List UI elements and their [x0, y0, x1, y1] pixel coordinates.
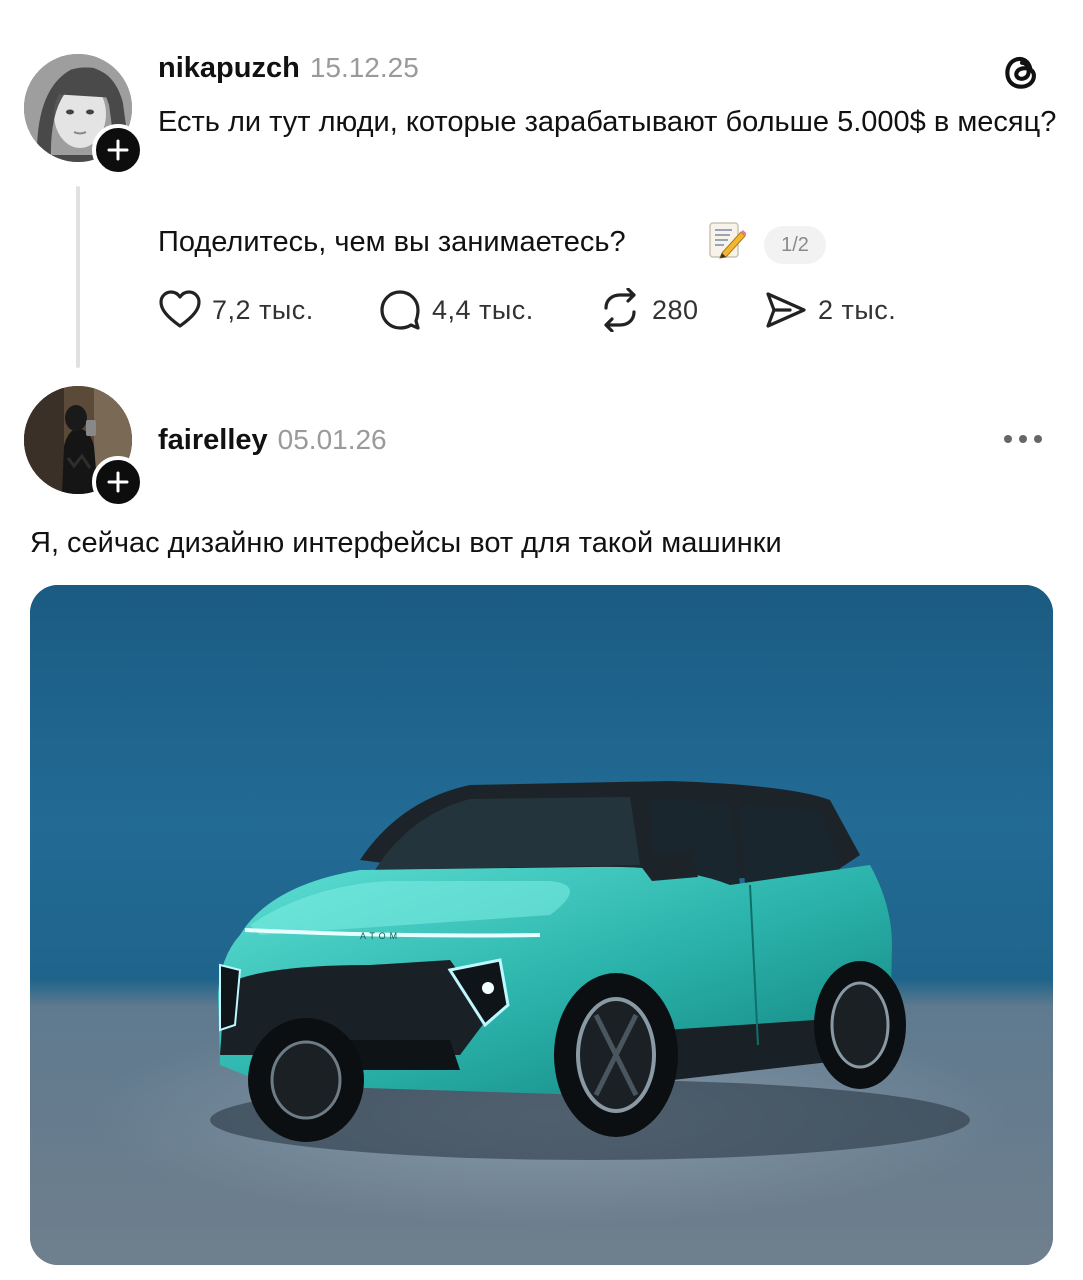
send-icon [766, 292, 806, 328]
username[interactable]: fairelley [158, 424, 268, 456]
like-button[interactable]: 7,2 тыс. [158, 286, 314, 334]
post-text-second-paragraph: Поделитесь, чем вы занимаетесь? [158, 226, 626, 258]
svg-text:ATOM: ATOM [360, 931, 401, 941]
share-count: 2 тыс. [818, 294, 897, 325]
memo-icon [709, 222, 746, 259]
thread-connector-line [76, 186, 80, 368]
heart-icon [159, 290, 201, 328]
comment-icon [380, 290, 420, 330]
follow-button[interactable] [92, 456, 144, 508]
like-count: 7,2 тыс. [212, 294, 314, 325]
post-date: 15.12.25 [309, 52, 419, 83]
post-text: Есть ли тут люди, которые зарабатывают б… [158, 106, 1057, 138]
post-header: fairelley 05.01.26 [158, 422, 387, 463]
car-photo-icon: ATOM [30, 585, 1053, 1265]
share-button[interactable]: 2 тыс. [764, 286, 896, 334]
repost-button[interactable]: 280 [598, 286, 699, 334]
post-date: 05.01.26 [277, 424, 387, 455]
threads-logo-icon[interactable] [1000, 50, 1044, 94]
plus-icon [107, 471, 129, 493]
post-image[interactable]: ATOM [30, 585, 1053, 1265]
post-text: Я, сейчас дизайню интерфейсы вот для так… [30, 527, 782, 559]
post-header: nikapuzch 15.12.25 [158, 50, 419, 91]
follow-button[interactable] [92, 124, 144, 176]
reply-count: 4,4 тыс. [432, 294, 534, 325]
page-indicator: 1/2 [764, 226, 826, 264]
plus-icon [107, 139, 129, 161]
repost-count: 280 [652, 294, 699, 325]
reply-button[interactable]: 4,4 тыс. [378, 286, 534, 334]
username[interactable]: nikapuzch [158, 52, 300, 84]
more-icon[interactable] [1000, 426, 1046, 452]
repost-icon [604, 288, 636, 332]
